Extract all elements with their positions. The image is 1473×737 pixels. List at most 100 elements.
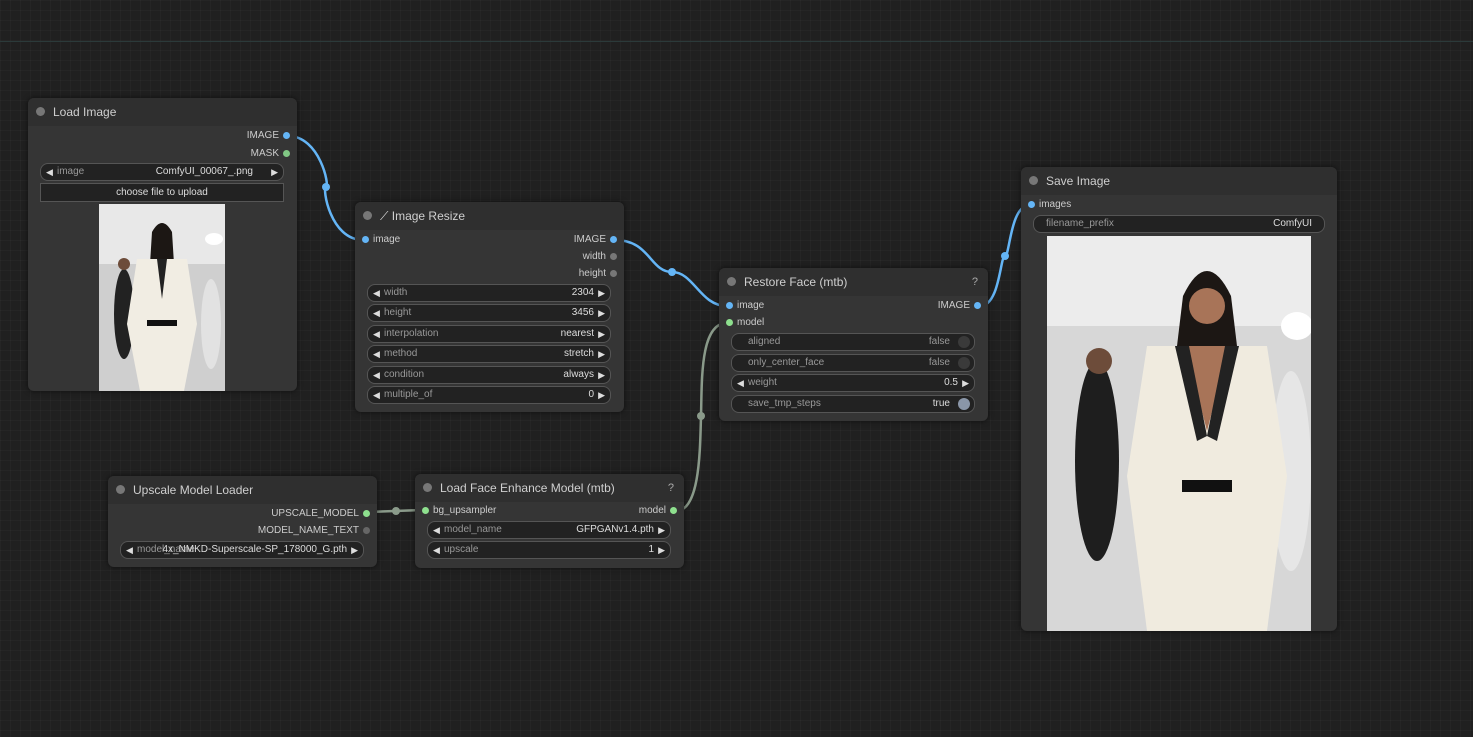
output-dot-icon[interactable] bbox=[283, 150, 290, 157]
output-upscale-model[interactable]: UPSCALE_MODEL bbox=[271, 507, 373, 521]
output-image[interactable]: IMAGE bbox=[247, 129, 293, 143]
width-widget[interactable]: ◀ width 2304 ▶ bbox=[367, 284, 611, 302]
input-bg-upsampler[interactable]: bg_upsampler bbox=[419, 504, 496, 518]
node-status-dot bbox=[36, 107, 45, 116]
input-dot-icon[interactable] bbox=[726, 302, 733, 309]
arrow-left-icon[interactable]: ◀ bbox=[433, 522, 440, 538]
upscale-model-loader-title[interactable]: Upscale Model Loader bbox=[108, 476, 377, 504]
output-image-preview bbox=[1047, 236, 1311, 631]
image-resize-title[interactable]: ⟋ Image Resize bbox=[355, 202, 624, 230]
output-height[interactable]: height bbox=[579, 267, 620, 281]
output-dot-icon[interactable] bbox=[670, 507, 677, 514]
link-midpoint bbox=[1001, 252, 1009, 260]
image-resize-node[interactable]: ⟋ Image Resize image IMAGE width height … bbox=[355, 202, 624, 412]
arrow-right-icon[interactable]: ▶ bbox=[351, 542, 358, 558]
aligned-toggle[interactable]: aligned false bbox=[731, 333, 975, 351]
toggle-knob-icon bbox=[958, 398, 970, 410]
output-mask[interactable]: MASK bbox=[251, 147, 293, 161]
method-widget[interactable]: ◀ method stretch ▶ bbox=[367, 345, 611, 363]
link-resize-to-restore bbox=[614, 238, 728, 308]
output-dot-icon[interactable] bbox=[974, 302, 981, 309]
node-title-text: Image Resize bbox=[391, 209, 466, 223]
preview-photo bbox=[99, 204, 225, 391]
arrow-left-icon[interactable]: ◀ bbox=[126, 542, 133, 558]
load-face-enhance-node[interactable]: Load Face Enhance Model (mtb) ? bg_upsam… bbox=[415, 474, 684, 568]
arrow-right-icon[interactable]: ▶ bbox=[962, 375, 969, 391]
arrow-right-icon[interactable]: ▶ bbox=[658, 522, 665, 538]
upscale-model-loader-node[interactable]: Upscale Model Loader UPSCALE_MODEL MODEL… bbox=[108, 476, 377, 567]
node-title-text: Upscale Model Loader bbox=[133, 483, 254, 497]
arrow-left-icon[interactable]: ◀ bbox=[46, 164, 53, 180]
node-title-text: Load Image bbox=[53, 105, 117, 119]
link-midpoint bbox=[668, 268, 676, 276]
height-widget[interactable]: ◀ height 3456 ▶ bbox=[367, 304, 611, 322]
node-status-dot bbox=[116, 485, 125, 494]
upscale-widget[interactable]: ◀ upscale 1 ▶ bbox=[427, 541, 671, 559]
output-image[interactable]: IMAGE bbox=[938, 299, 984, 313]
arrow-right-icon[interactable]: ▶ bbox=[598, 305, 605, 321]
output-dot-icon[interactable] bbox=[363, 510, 370, 517]
filename-prefix-field[interactable]: filename_prefix ComfyUI bbox=[1033, 215, 1325, 233]
input-dot-icon[interactable] bbox=[1028, 201, 1035, 208]
output-dot-icon[interactable] bbox=[283, 132, 290, 139]
arrow-right-icon[interactable]: ▶ bbox=[598, 367, 605, 383]
restore-face-title[interactable]: Restore Face (mtb) ? bbox=[719, 268, 988, 296]
arrow-left-icon[interactable]: ◀ bbox=[373, 285, 380, 301]
load-image-title[interactable]: Load Image bbox=[28, 98, 297, 126]
restore-face-node[interactable]: Restore Face (mtb) ? image model IMAGE a… bbox=[719, 268, 988, 421]
arrow-left-icon[interactable]: ◀ bbox=[737, 375, 744, 391]
save-image-title[interactable]: Save Image bbox=[1021, 167, 1337, 195]
output-image[interactable]: IMAGE bbox=[574, 233, 620, 247]
arrow-right-icon[interactable]: ▶ bbox=[598, 285, 605, 301]
load-image-node[interactable]: Load Image IMAGE MASK ◀ image ComfyUI_00… bbox=[28, 98, 297, 391]
graph-canvas[interactable]: Load Image IMAGE MASK ◀ image ComfyUI_00… bbox=[0, 0, 1473, 737]
input-model[interactable]: model bbox=[723, 316, 764, 330]
only-center-face-toggle[interactable]: only_center_face false bbox=[731, 354, 975, 372]
input-images[interactable]: images bbox=[1025, 198, 1071, 212]
save-tmp-steps-toggle[interactable]: save_tmp_steps true bbox=[731, 395, 975, 413]
input-dot-icon[interactable] bbox=[726, 319, 733, 326]
wand-icon: ⟋ bbox=[380, 209, 392, 223]
node-status-dot bbox=[363, 211, 372, 220]
input-dot-icon[interactable] bbox=[362, 236, 369, 243]
weight-widget[interactable]: ◀ weight 0.5 ▶ bbox=[731, 374, 975, 392]
arrow-right-icon[interactable]: ▶ bbox=[598, 326, 605, 342]
condition-widget[interactable]: ◀ condition always ▶ bbox=[367, 366, 611, 384]
help-icon[interactable]: ? bbox=[972, 268, 978, 296]
canvas-top-divider bbox=[0, 41, 1473, 42]
toggle-knob-icon bbox=[958, 357, 970, 369]
image-combo[interactable]: ◀ image ComfyUI_00067_.png ▶ bbox=[40, 163, 284, 181]
link-midpoint bbox=[322, 183, 330, 191]
multiple-of-widget[interactable]: ◀ multiple_of 0 ▶ bbox=[367, 386, 611, 404]
output-model[interactable]: model bbox=[639, 504, 680, 518]
output-dot-icon[interactable] bbox=[363, 527, 370, 534]
model-name-combo[interactable]: ◀ model_name GFPGANv1.4.pth ▶ bbox=[427, 521, 671, 539]
arrow-left-icon[interactable]: ◀ bbox=[373, 387, 380, 403]
node-status-dot bbox=[727, 277, 736, 286]
arrow-left-icon[interactable]: ◀ bbox=[373, 367, 380, 383]
help-icon[interactable]: ? bbox=[668, 474, 674, 502]
arrow-left-icon[interactable]: ◀ bbox=[433, 542, 440, 558]
output-dot-icon[interactable] bbox=[610, 270, 617, 277]
arrow-right-icon[interactable]: ▶ bbox=[658, 542, 665, 558]
arrow-right-icon[interactable]: ▶ bbox=[271, 164, 278, 180]
save-image-node[interactable]: Save Image images filename_prefix ComfyUI bbox=[1021, 167, 1337, 631]
arrow-left-icon[interactable]: ◀ bbox=[373, 346, 380, 362]
input-image[interactable]: image bbox=[723, 299, 764, 313]
upload-button[interactable]: choose file to upload bbox=[40, 183, 284, 202]
input-dot-icon[interactable] bbox=[422, 507, 429, 514]
arrow-left-icon[interactable]: ◀ bbox=[373, 326, 380, 342]
output-dot-icon[interactable] bbox=[610, 253, 617, 260]
interpolation-widget[interactable]: ◀ interpolation nearest ▶ bbox=[367, 325, 611, 343]
load-face-enhance-title[interactable]: Load Face Enhance Model (mtb) ? bbox=[415, 474, 684, 502]
arrow-right-icon[interactable]: ▶ bbox=[598, 387, 605, 403]
link-load-to-resize bbox=[287, 134, 364, 242]
arrow-right-icon[interactable]: ▶ bbox=[598, 346, 605, 362]
model-name-combo[interactable]: ◀ model_name 4x_NMKD-Superscale-SP_17800… bbox=[120, 541, 364, 559]
output-dot-icon[interactable] bbox=[610, 236, 617, 243]
output-model-name-text[interactable]: MODEL_NAME_TEXT bbox=[258, 524, 373, 538]
arrow-left-icon[interactable]: ◀ bbox=[373, 305, 380, 321]
output-width[interactable]: width bbox=[583, 250, 620, 264]
input-image[interactable]: image bbox=[359, 233, 400, 247]
toggle-knob-icon bbox=[958, 336, 970, 348]
